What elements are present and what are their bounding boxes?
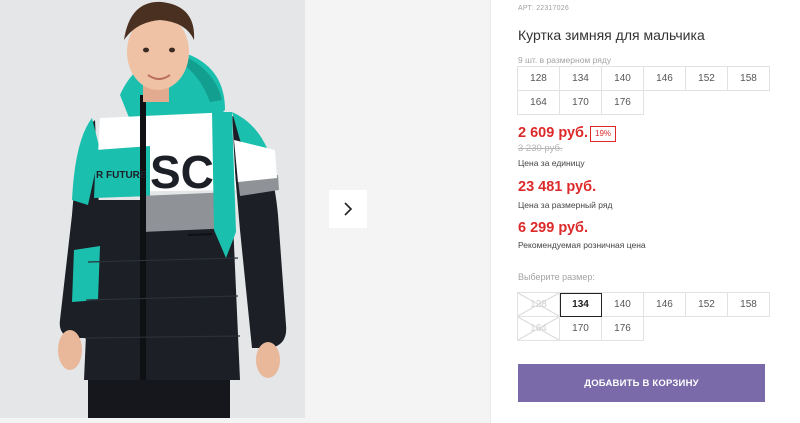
size-option[interactable]: 152	[686, 293, 728, 317]
size-option[interactable]: 140	[602, 293, 644, 317]
size-option-selected[interactable]: 134	[560, 293, 602, 317]
chevron-right-icon	[344, 202, 353, 216]
size-row-cell: 134	[560, 67, 602, 91]
retail-price-caption: Рекомендуемая розничная цена	[518, 240, 646, 250]
product-photo: SC R FUTURE	[0, 0, 305, 418]
product-gallery: SC R FUTURE	[0, 0, 490, 423]
size-row-cell: 164	[518, 91, 560, 115]
product-article: АРТ: 22317026	[518, 5, 569, 12]
unit-price: 2 609 руб.	[518, 125, 589, 141]
jacket-stripe-text: R FUTURE	[96, 170, 147, 181]
row-price-caption: Цена за размерный ряд	[518, 200, 613, 210]
size-option[interactable]: 170	[560, 317, 602, 341]
size-option-disabled: 164	[518, 317, 560, 341]
unit-price-caption: Цена за единицу	[518, 158, 585, 168]
size-row-cell: 152	[686, 67, 728, 91]
size-row-cell: 128	[518, 67, 560, 91]
size-option[interactable]: 146	[644, 293, 686, 317]
unavailable-cross-icon	[518, 293, 559, 316]
product-title: Куртка зимняя для мальчика	[518, 27, 705, 43]
boy-in-jacket-image: SC R FUTURE	[0, 0, 305, 418]
choose-size-label: Выберите размер:	[518, 272, 595, 282]
size-selector: 128 134 140 146 152 158 164 170 176	[517, 292, 770, 341]
add-to-cart-button[interactable]: ДОБАВИТЬ В КОРЗИНУ	[518, 364, 765, 402]
size-option[interactable]: 176	[602, 317, 644, 341]
size-row-cell: 140	[602, 67, 644, 91]
row-price: 23 481 руб.	[518, 179, 597, 195]
size-row-caption: 9 шт. в размерном ряду	[518, 55, 612, 65]
old-price: 3 230 руб.	[518, 143, 563, 154]
next-image-button[interactable]	[329, 190, 367, 228]
size-row-cell: 176	[602, 91, 644, 115]
discount-badge: 19%	[590, 126, 617, 142]
jacket-print: SC	[150, 146, 214, 198]
size-option-disabled: 128	[518, 293, 560, 317]
retail-price: 6 299 руб.	[518, 220, 589, 236]
size-row-cell: 170	[560, 91, 602, 115]
size-row-grid: 128 134 140 146 152 158 164 170 176	[517, 66, 770, 115]
size-row-cell: 158	[728, 67, 770, 91]
size-row-cell: 146	[644, 67, 686, 91]
unavailable-cross-icon	[518, 317, 559, 340]
size-option[interactable]: 158	[728, 293, 770, 317]
panel-divider	[490, 0, 491, 423]
